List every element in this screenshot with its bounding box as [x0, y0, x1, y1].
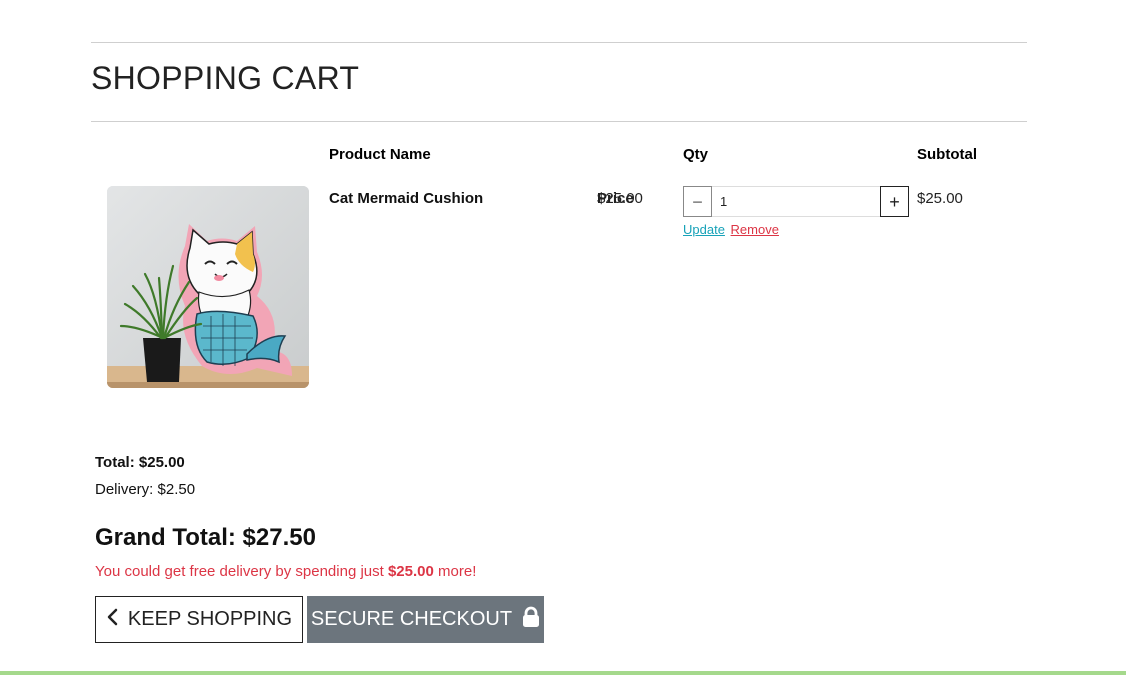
- free-delivery-amount: $25.00: [387, 563, 434, 580]
- column-header-qty: Qty: [683, 146, 709, 163]
- chevron-left-icon: [106, 608, 118, 632]
- secure-checkout-button[interactable]: SECURE CHECKOUT: [307, 596, 544, 643]
- quantity-input[interactable]: [712, 186, 880, 217]
- page-title: SHOPPING CART: [91, 60, 360, 96]
- shopping-cart-page: SHOPPING CART Product Name Price Qty Sub…: [0, 0, 1126, 675]
- divider-top: [91, 42, 1027, 43]
- lock-icon: [522, 606, 540, 634]
- increment-button[interactable]: +: [880, 186, 909, 217]
- column-header-subtotal: Subtotal: [917, 146, 977, 163]
- column-header-product-name: Product Name: [329, 146, 431, 163]
- keep-shopping-label: KEEP SHOPPING: [127, 608, 293, 630]
- product-image: [107, 186, 309, 388]
- update-link[interactable]: Update: [683, 222, 725, 237]
- product-name[interactable]: Cat Mermaid Cushion: [329, 190, 483, 207]
- footer-accent-bar: [0, 671, 1126, 675]
- divider-header: [91, 121, 1027, 122]
- quantity-actions: Update Remove: [683, 222, 779, 237]
- cart-total: Total: $25.00: [95, 454, 185, 471]
- free-delivery-message: You could get free delivery by spending …: [95, 563, 476, 580]
- secure-checkout-label: SECURE CHECKOUT: [310, 608, 513, 630]
- product-price: $25.00: [597, 190, 643, 207]
- decrement-button[interactable]: −: [683, 186, 712, 217]
- product-subtotal: $25.00: [917, 190, 963, 207]
- keep-shopping-button[interactable]: KEEP SHOPPING: [95, 596, 303, 643]
- free-delivery-suffix: more!: [433, 563, 477, 580]
- quantity-stepper: − +: [683, 186, 909, 217]
- grand-total: Grand Total: $27.50: [95, 524, 316, 551]
- delivery-cost: Delivery: $2.50: [95, 481, 196, 498]
- remove-link[interactable]: Remove: [731, 222, 779, 237]
- free-delivery-prefix: You could get free delivery by spending …: [95, 563, 388, 580]
